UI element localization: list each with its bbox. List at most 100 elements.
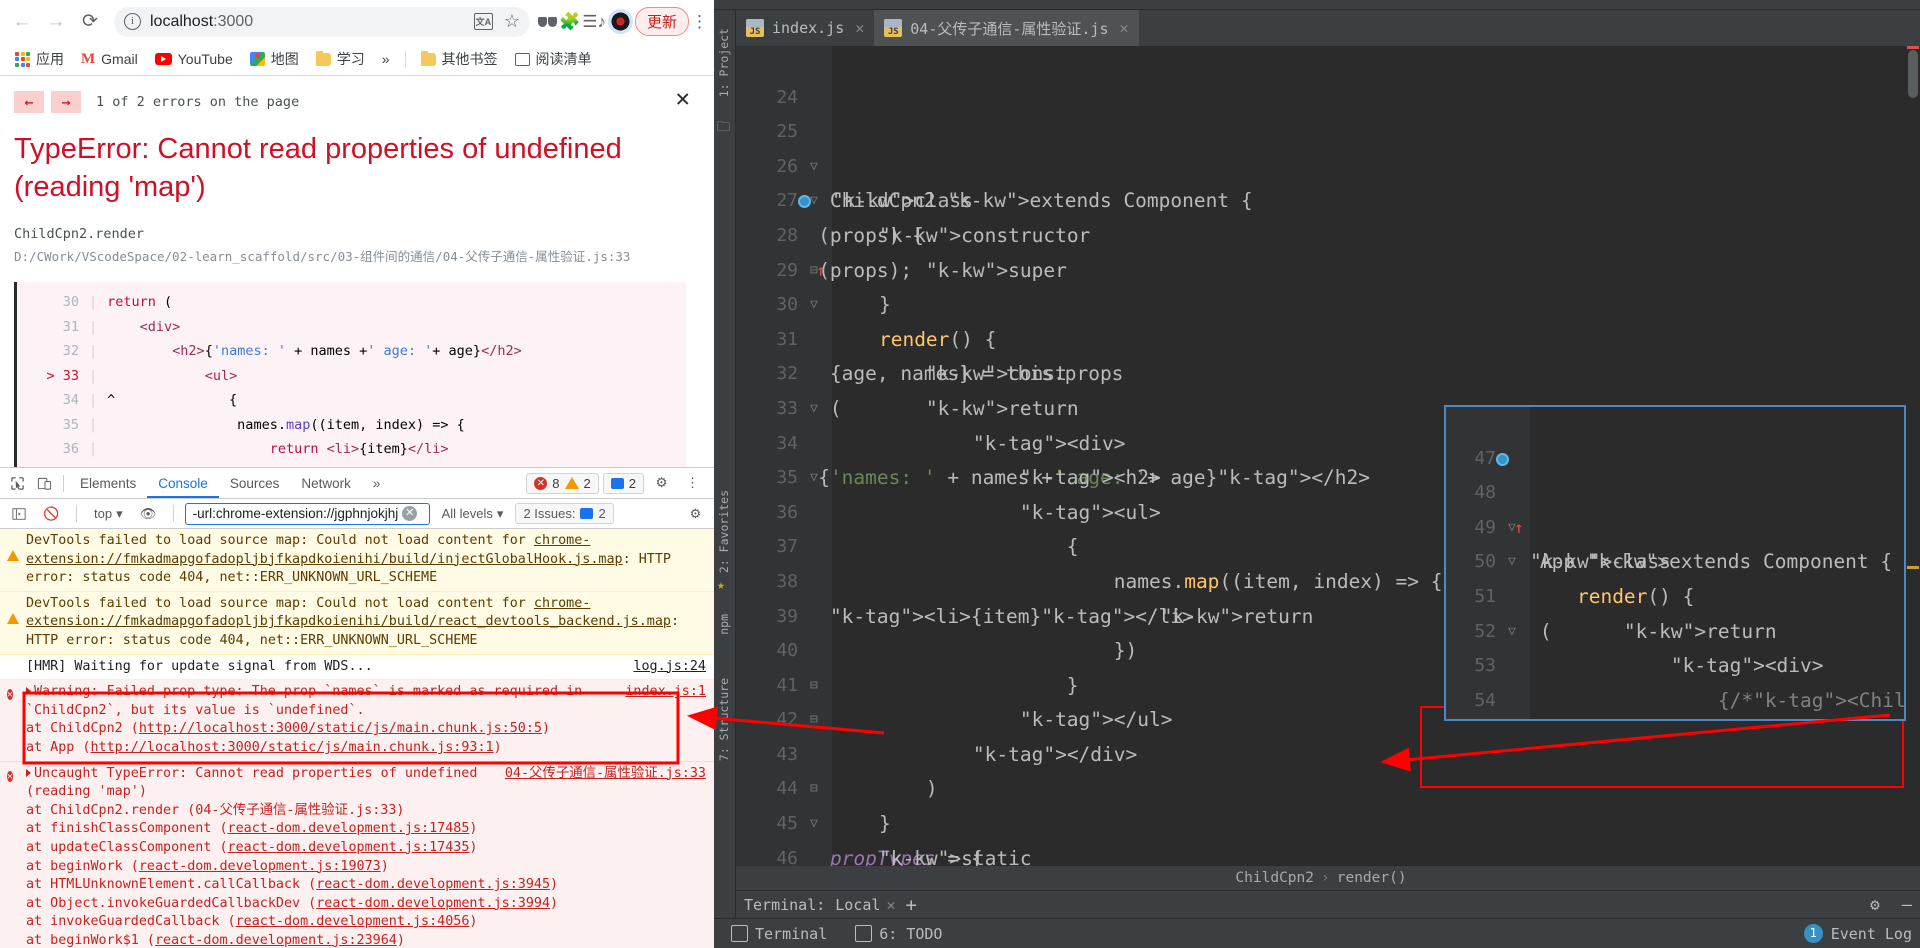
live-expression-eye-icon[interactable]: 👁 [135, 500, 162, 527]
editor-line[interactable]: 55 ⊟ } [1446, 684, 1904, 719]
stack-frame[interactable]: at App (http://localhost:3000/static/js/… [26, 739, 706, 758]
close-icon[interactable]: ✕ [676, 86, 690, 110]
bookmarks-overflow-button[interactable]: » [376, 48, 396, 70]
inspect-element-icon[interactable] [4, 470, 31, 497]
editor-line[interactable]: 25 ▽ "k-kw">constructor (props) { [736, 81, 1906, 247]
device-toolbar-icon[interactable] [31, 470, 58, 497]
console-link[interactable]: chrome-extension://fmkadmapgofadopljbjfk… [26, 533, 623, 567]
stack-frame[interactable]: at invokeGuardedCallback (react-dom.deve… [26, 913, 706, 932]
log-level-select[interactable]: All levels ▾ [436, 506, 510, 522]
tab-network[interactable]: Network [290, 468, 362, 498]
editor-line[interactable]: 46 ⊟ } [736, 807, 1906, 866]
bookmark-maps[interactable]: 地图 [244, 46, 305, 72]
console-message[interactable]: DevTools failed to load source map: Coul… [0, 591, 714, 655]
tool-window-favorites[interactable]: 2: Favorites [717, 490, 731, 573]
bookmark-youtube[interactable]: YouTube [149, 48, 239, 70]
devtools-settings-gear-icon[interactable]: ⚙ [648, 470, 675, 497]
breakpoint-icon[interactable] [798, 195, 811, 209]
clear-filter-icon[interactable]: ✕ [402, 506, 418, 521]
prev-error-button[interactable]: ← [14, 91, 44, 113]
editor-line[interactable]: 44 names: PropTypes.array.isRequired [736, 738, 1906, 799]
site-info-icon[interactable]: i [124, 13, 141, 30]
console-source-link[interactable]: 04-父传子通信-属性验证.js:33 [505, 765, 706, 784]
bookmark-other-folder[interactable]: 其他书签 [415, 46, 504, 72]
close-tab-icon[interactable]: ✕ [1120, 19, 1129, 37]
editor-line[interactable]: 31 ▽ "k-tag"><div> [736, 288, 1906, 455]
next-error-button[interactable]: → [51, 91, 81, 113]
console-link[interactable]: react-dom.development.js:3945 [316, 877, 550, 892]
console-link[interactable]: react-dom.development.js:23964 [155, 933, 397, 948]
stack-frame[interactable]: at finishClassComponent (react-dom.devel… [26, 820, 706, 839]
editor-line[interactable]: 33 ▽ "k-tag"><ul> [736, 357, 1906, 524]
editor-line[interactable]: 26 "k-kw">super (props); [736, 115, 1906, 282]
stack-frame[interactable]: at HTMLUnknownElement.callCallback (reac… [26, 876, 706, 895]
issues-badge[interactable]: 2 Issues: 2 [515, 503, 614, 524]
editor-scrollbar[interactable] [1906, 46, 1920, 866]
update-button[interactable]: 更新 [634, 7, 689, 36]
console-link[interactable]: http://localhost:3000/static/js/main.chu… [91, 740, 494, 755]
editor-line[interactable]: 47 ▽ "k-kw">class App "k-kw">extends Com… [736, 842, 1906, 866]
reload-button[interactable]: ⟳ [74, 6, 106, 38]
error-warning-counts[interactable]: ✕ 8 2 [526, 472, 599, 494]
tool-window-npm[interactable]: npm [717, 614, 731, 635]
reading-list-button[interactable]: 阅读清单 [509, 46, 598, 72]
editor-line[interactable]: 54 ); [1446, 649, 1904, 711]
stack-frame[interactable]: at ChildCpn2.render (04-父传子通信-属性验证.js:33… [26, 802, 706, 821]
console-message[interactable]: log.js:24 [HMR] Waiting for update signal… [0, 654, 714, 681]
translate-icon[interactable]: 文A [473, 13, 493, 30]
stack-frame[interactable]: at beginWork (react-dom.development.js:1… [26, 858, 706, 877]
media-list-icon[interactable]: ☰♪ [582, 12, 606, 32]
error-marker[interactable] [1907, 46, 1919, 49]
new-terminal-icon[interactable]: + [905, 894, 916, 916]
stack-frame[interactable]: at Object.invokeGuardedCallbackDev (reac… [26, 895, 706, 914]
editor-tab-index-js[interactable]: JS index.js ✕ [736, 10, 874, 46]
bookmark-apps[interactable]: 应用 [9, 46, 70, 72]
console-message[interactable]: ✕ index.js:1 Warning: Failed prop type: Th… [0, 680, 714, 762]
editor-line[interactable]: 48 ↑ ▽ render() { [1446, 442, 1904, 608]
editor-line[interactable]: 51 {/*"k-tag"><ChildCpn age="18" />*/} [1446, 545, 1904, 712]
status-event-log-button[interactable]: Event Log [1831, 925, 1912, 943]
clear-console-icon[interactable]: 🚫 [38, 500, 65, 527]
editor-tab-active-file[interactable]: JS 04-父传子通信-属性验证.js ✕ [874, 10, 1139, 46]
popup-code-editor-app[interactable]: 47 ▽ "k-kw">class App "k-kw">extends Com… [1444, 405, 1906, 721]
console-message[interactable]: ✕ 04-父传子通信-属性验证.js:33 Uncaught TypeError: … [0, 761, 714, 948]
extensions-puzzle-icon[interactable]: 🧩 [559, 12, 580, 32]
tab-sources[interactable]: Sources [219, 468, 291, 498]
editor-line[interactable]: 56 ⊟ } [1446, 718, 1904, 719]
console-link[interactable]: react-dom.development.js:17435 [228, 840, 470, 855]
bookmark-star-icon[interactable]: ☆ [504, 11, 520, 32]
console-source-link[interactable]: log.js:24 [633, 658, 706, 677]
bookmark-gmail[interactable]: M Gmail [75, 48, 144, 71]
bookmark-study-folder[interactable]: 学习 [310, 46, 371, 72]
console-message-count[interactable]: 2 [602, 472, 644, 494]
popup-editor-code-lines[interactable]: 47 ▽ "k-kw">class App "k-kw">extends Com… [1446, 407, 1904, 719]
tab-elements[interactable]: Elements [69, 468, 147, 498]
close-terminal-icon[interactable]: ✕ [886, 896, 895, 914]
reading-glasses-icon[interactable] [538, 16, 558, 27]
editor-line[interactable]: 27 ⊟ } [736, 150, 1906, 316]
tool-window-structure[interactable]: 7: Structure [717, 678, 731, 761]
editor-line[interactable]: 32 "k-tag"><h2> {'names: ' + names +' age… [736, 323, 1906, 489]
breakpoint-icon[interactable] [1496, 452, 1509, 466]
console-link[interactable]: chrome-extension://fmkadmapgofadopljbjfk… [26, 596, 671, 630]
breadcrumb-class[interactable]: ChildCpn2 [1235, 870, 1314, 886]
error-frame-path[interactable]: D:/CWork/VScodeSpace/02-learn_scaffold/s… [14, 246, 686, 268]
chrome-menu-kebab-icon[interactable]: ⋮ [691, 13, 708, 30]
editor-line[interactable]: 52 "k-tag"><ChildCpn2 age="18" /> [1446, 580, 1904, 642]
console-link[interactable]: react-dom.development.js:19073 [139, 859, 381, 874]
editor-line[interactable]: 28 ↑ ▽ render() { [736, 184, 1906, 351]
tabs-overflow-button[interactable]: » [362, 468, 392, 498]
console-link[interactable]: react-dom.development.js:4056 [236, 914, 470, 929]
scrollbar-thumb[interactable] [1908, 50, 1918, 98]
console-settings-gear-icon[interactable]: ⚙ [682, 500, 709, 527]
breadcrumb[interactable]: ChildCpn2 › render() [736, 866, 1906, 890]
terminal-settings-gear-icon[interactable]: ⚙ [1870, 895, 1880, 914]
editor-line[interactable]: 47 ▽ "k-kw">class App "k-kw">extends Com… [1446, 407, 1904, 574]
console-message[interactable]: DevTools failed to load source map: Coul… [0, 529, 714, 592]
status-terminal-button[interactable]: Terminal [722, 925, 836, 943]
terminal-tab-local[interactable]: Local ✕ [835, 896, 895, 914]
stack-frame[interactable]: at updateClassComponent (react-dom.devel… [26, 839, 706, 858]
console-filter-input[interactable]: -url:chrome-extension://jgphnjokjhj ✕ [184, 502, 430, 525]
editor-line[interactable]: 29 "k-kw">const {age, names} = this.prop… [736, 219, 1906, 386]
console-message-list[interactable]: DevTools failed to load source map: Coul… [0, 529, 714, 948]
